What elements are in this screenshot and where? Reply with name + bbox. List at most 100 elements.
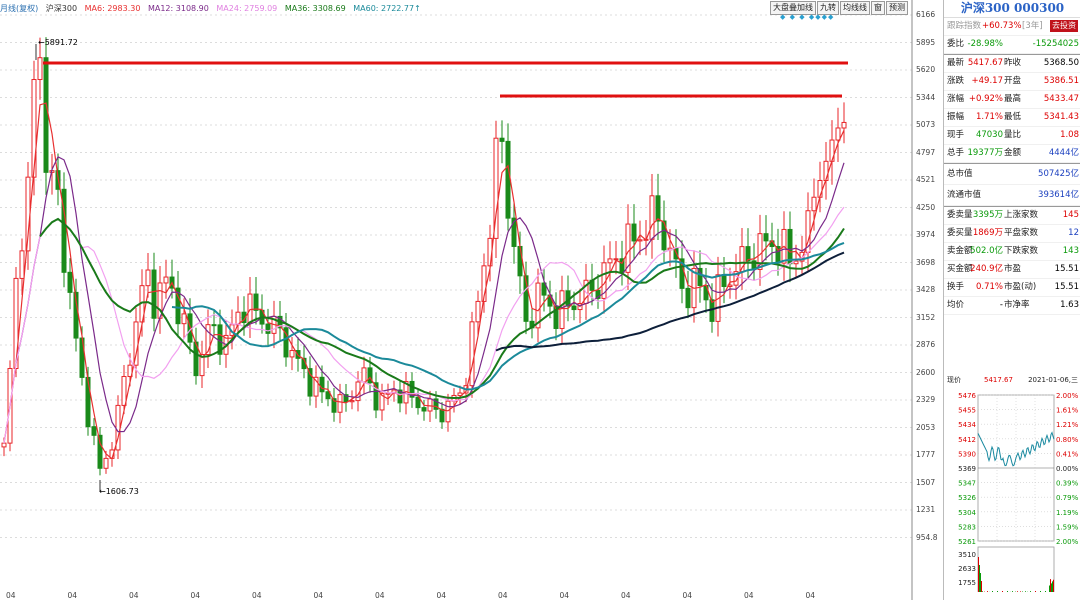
row-value-2: 15.51 bbox=[1054, 264, 1079, 274]
toolbar-forecast-button[interactable]: 预测 bbox=[886, 1, 908, 15]
row-label-2: 最低 bbox=[1004, 112, 1022, 122]
mini-vol-tick: 1755 bbox=[958, 579, 976, 587]
mini-vol-frame bbox=[977, 546, 1055, 600]
row-value: 240.9亿 bbox=[970, 264, 1003, 274]
quote-row: 振幅 1.71% 最低 5341.43 bbox=[944, 109, 1080, 127]
mini-left-tick: 5476 bbox=[958, 392, 976, 400]
candle-body bbox=[763, 233, 769, 242]
low-annotation: ←1606.73 bbox=[99, 487, 139, 496]
candle-body bbox=[787, 228, 793, 265]
candle-body bbox=[337, 394, 343, 413]
price-tick-label: 3698 bbox=[916, 257, 936, 267]
candle-body bbox=[505, 140, 511, 219]
time-tick-label: 04 bbox=[744, 591, 754, 600]
candle-body bbox=[67, 271, 73, 293]
time-tick-label: 04 bbox=[805, 591, 816, 600]
row-label-2: 金额 bbox=[1004, 148, 1022, 158]
row-value: +0.92% bbox=[968, 94, 1003, 104]
mini-price: 5417.67 bbox=[984, 376, 1013, 384]
mini-right-tick: 1.21% bbox=[1056, 421, 1079, 429]
quote-row: 委卖量 3395万 上涨家数 145 bbox=[944, 206, 1080, 225]
row-value-2: 15.51 bbox=[1054, 282, 1079, 292]
row-label: 流通市值 bbox=[947, 190, 982, 200]
legend-ma36: MA36: 3308.69 bbox=[284, 4, 346, 13]
invest-button[interactable]: 去投资 bbox=[1050, 20, 1078, 32]
candle-body bbox=[247, 293, 253, 324]
time-tick-label: 04 bbox=[6, 591, 16, 600]
candle-body bbox=[655, 195, 661, 222]
high-value: 5891.72 bbox=[44, 38, 78, 47]
row-label: 卖金额 bbox=[947, 246, 973, 256]
price-tick-label: 6166 bbox=[916, 10, 936, 19]
price-tick-label: 3428 bbox=[916, 285, 936, 294]
kline-chart-area[interactable]: 月线(复权) 沪深300 MA6: 2983.30 MA12: 3108.90 … bbox=[0, 0, 940, 600]
row-label: 总市值 bbox=[947, 169, 973, 179]
row-value-2: 5368.50 bbox=[1043, 58, 1079, 68]
indicator-legend: 月线(复权) 沪深300 MA6: 2983.30 MA12: 3108.90 … bbox=[0, 3, 426, 14]
mini-left-tick: 5390 bbox=[958, 450, 976, 458]
candle-body bbox=[361, 367, 367, 383]
price-tick-label: 954.8 bbox=[916, 532, 938, 542]
row-label-2: 昨收 bbox=[1004, 58, 1022, 68]
row-label-2: 市净率 bbox=[1004, 300, 1030, 310]
row-label: 涨幅 bbox=[947, 94, 965, 104]
candle-body bbox=[181, 313, 187, 325]
price-tick-label: 3152 bbox=[916, 312, 936, 322]
time-tick-label: 04 bbox=[559, 591, 570, 600]
low-arrow-icon: ← bbox=[99, 487, 106, 496]
candle-body bbox=[499, 137, 505, 142]
legend-ma6: MA6: 2983.30 bbox=[84, 4, 141, 13]
high-annotation: ←5891.72 bbox=[38, 38, 78, 47]
candle-body bbox=[445, 400, 451, 423]
quote-row: 卖金额 502.0亿 下跌家数 143 bbox=[944, 243, 1080, 261]
price-tick-label: 5344 bbox=[916, 92, 936, 102]
row-value-2: 5386.51 bbox=[1043, 76, 1079, 86]
mini-right-tick: 0.80% bbox=[1056, 436, 1079, 444]
mini-right-tick: 0.00% bbox=[1056, 465, 1079, 473]
candle-body bbox=[91, 426, 97, 436]
candle-body bbox=[637, 239, 643, 242]
candle-body bbox=[211, 324, 217, 327]
mini-right-tick: 1.59% bbox=[1056, 523, 1079, 531]
mini-right-tick: 0.41% bbox=[1056, 450, 1079, 458]
candle-body bbox=[517, 245, 523, 277]
row-label-2: 最高 bbox=[1004, 94, 1022, 104]
candle-body bbox=[439, 408, 445, 423]
row-value: +60.73% bbox=[982, 21, 1022, 31]
candle-body bbox=[1, 442, 7, 448]
row-label: 委买量 bbox=[947, 228, 973, 238]
mini-left-tick: 5261 bbox=[958, 538, 976, 546]
candle-body bbox=[19, 250, 25, 279]
candle-body bbox=[745, 246, 751, 262]
toolbar-window-button[interactable]: 窗 bbox=[871, 1, 885, 15]
row-label: 均价 bbox=[947, 300, 965, 310]
row-value-2: 393614亿 bbox=[1038, 190, 1079, 200]
price-tick-label: 5073 bbox=[916, 120, 936, 129]
candle-body bbox=[835, 127, 841, 141]
row-label: 现手 bbox=[947, 130, 965, 140]
row-value: -28.98% bbox=[967, 39, 1003, 49]
candle-body bbox=[37, 57, 43, 81]
row-label-2: 市盈(动) bbox=[1004, 282, 1037, 292]
row-value: 0.71% bbox=[975, 282, 1003, 292]
time-tick-label: 04 bbox=[190, 591, 201, 600]
panel-title: 沪深300 000300 bbox=[944, 0, 1080, 18]
candle-body bbox=[721, 274, 727, 288]
mini-left-tick: 5326 bbox=[958, 494, 976, 502]
intraday-mini-chart[interactable]: 现价 5417.67 2021-01-06,三 5476 2.00% 5455 1.61% 5… bbox=[944, 370, 1080, 600]
price-tick-label: 5895 bbox=[916, 37, 936, 47]
quote-row: 买金额 240.9亿 市盈 15.51 bbox=[944, 261, 1080, 279]
quote-row: 涨幅 +0.92% 最高 5433.47 bbox=[944, 91, 1080, 109]
toolbar-ma-button[interactable]: 均线线 bbox=[840, 1, 870, 15]
mini-left-tick: 5347 bbox=[958, 480, 976, 488]
row-label: 委卖量 bbox=[947, 210, 973, 220]
kline-chart[interactable] bbox=[0, 0, 940, 600]
row-value: - bbox=[999, 300, 1003, 310]
row-label-2: 平盘家数 bbox=[1004, 228, 1039, 238]
low-value: 1606.73 bbox=[105, 487, 139, 496]
row-value-2: -15254025 bbox=[1032, 39, 1079, 49]
mini-right-tick: 1.61% bbox=[1056, 407, 1079, 415]
price-tick-label: 2053 bbox=[916, 422, 936, 432]
row-value: 1869万 bbox=[972, 228, 1003, 238]
price-tick-label: 1777 bbox=[916, 450, 936, 459]
